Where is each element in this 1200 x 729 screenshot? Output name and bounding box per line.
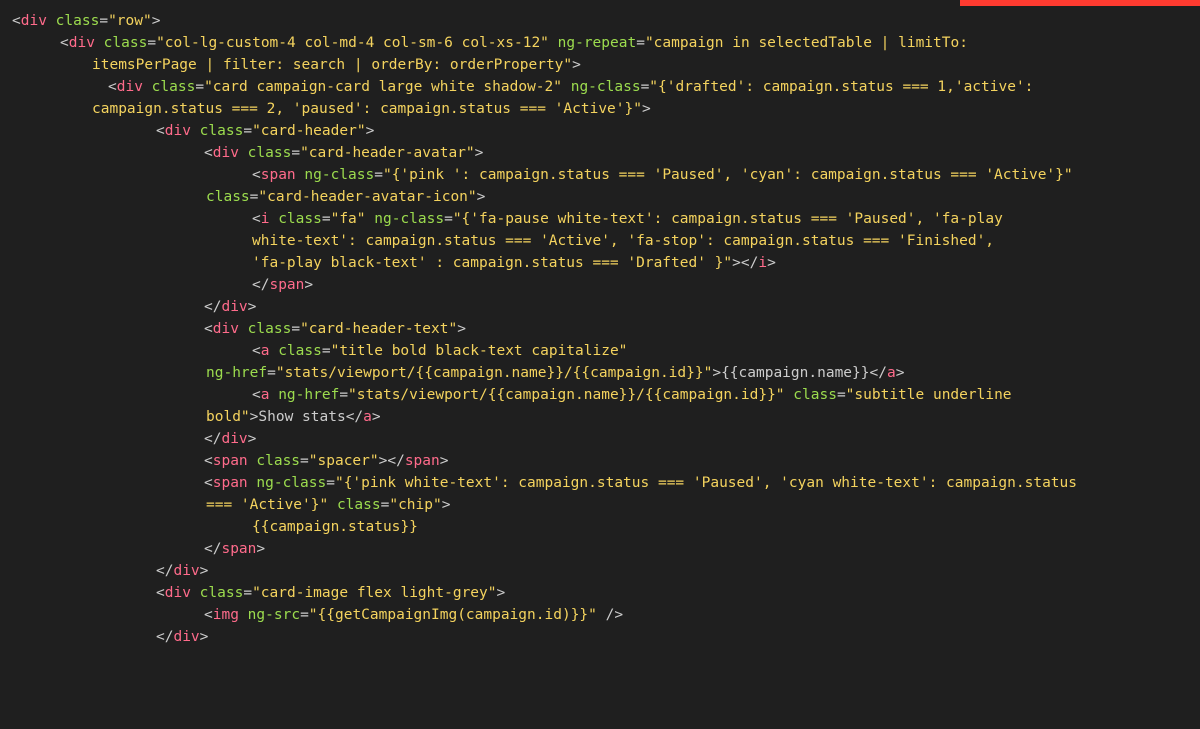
code-line[interactable]: <span ng-class="{'pink ': campaign.statu… (252, 164, 1200, 186)
code-line[interactable]: <div class="card-header"> (156, 120, 1200, 142)
code-line[interactable]: <i class="fa" ng-class="{'fa-pause white… (252, 208, 1200, 230)
code-line[interactable]: <a class="title bold black-text capitali… (252, 340, 1200, 362)
code-line[interactable]: <a ng-href="stats/viewport/{{campaign.na… (252, 384, 1200, 406)
code-line[interactable]: bold">Show stats</a> (206, 406, 1200, 428)
code-line[interactable]: <div class="card-image flex light-grey"> (156, 582, 1200, 604)
code-line[interactable]: === 'Active'}" class="chip"> (206, 494, 1200, 516)
code-line[interactable]: <img ng-src="{{getCampaignImg(campaign.i… (204, 604, 1200, 626)
code-line[interactable]: <div class="row"> (12, 10, 1200, 32)
code-line[interactable]: <span class="spacer"></span> (204, 450, 1200, 472)
code-line[interactable]: campaign.status === 2, 'paused': campaig… (92, 98, 1200, 120)
code-line[interactable]: <div class="card-header-avatar"> (204, 142, 1200, 164)
code-line[interactable]: <div class="col-lg-custom-4 col-md-4 col… (60, 32, 1200, 54)
code-line[interactable]: </div> (156, 626, 1200, 648)
code-line[interactable]: </div> (204, 296, 1200, 318)
code-line[interactable]: itemsPerPage | filter: search | orderBy:… (92, 54, 1200, 76)
code-line[interactable]: 'fa-play black-text' : campaign.status =… (252, 252, 1200, 274)
code-line[interactable]: white-text': campaign.status === 'Active… (252, 230, 1200, 252)
code-line[interactable]: <div class="card-header-text"> (204, 318, 1200, 340)
code-editor[interactable]: <div class="row"><div class="col-lg-cust… (0, 0, 1200, 648)
code-line[interactable]: <div class="card campaign-card large whi… (108, 76, 1200, 98)
minimap-indicator (960, 0, 1200, 6)
code-line[interactable]: </span> (204, 538, 1200, 560)
code-line[interactable]: {{campaign.status}} (252, 516, 1200, 538)
code-line[interactable]: </div> (204, 428, 1200, 450)
code-line[interactable]: </div> (156, 560, 1200, 582)
code-line[interactable]: </span> (252, 274, 1200, 296)
code-line[interactable]: <span ng-class="{'pink white-text': camp… (204, 472, 1200, 494)
code-line[interactable]: class="card-header-avatar-icon"> (206, 186, 1200, 208)
code-line[interactable]: ng-href="stats/viewport/{{campaign.name}… (206, 362, 1200, 384)
